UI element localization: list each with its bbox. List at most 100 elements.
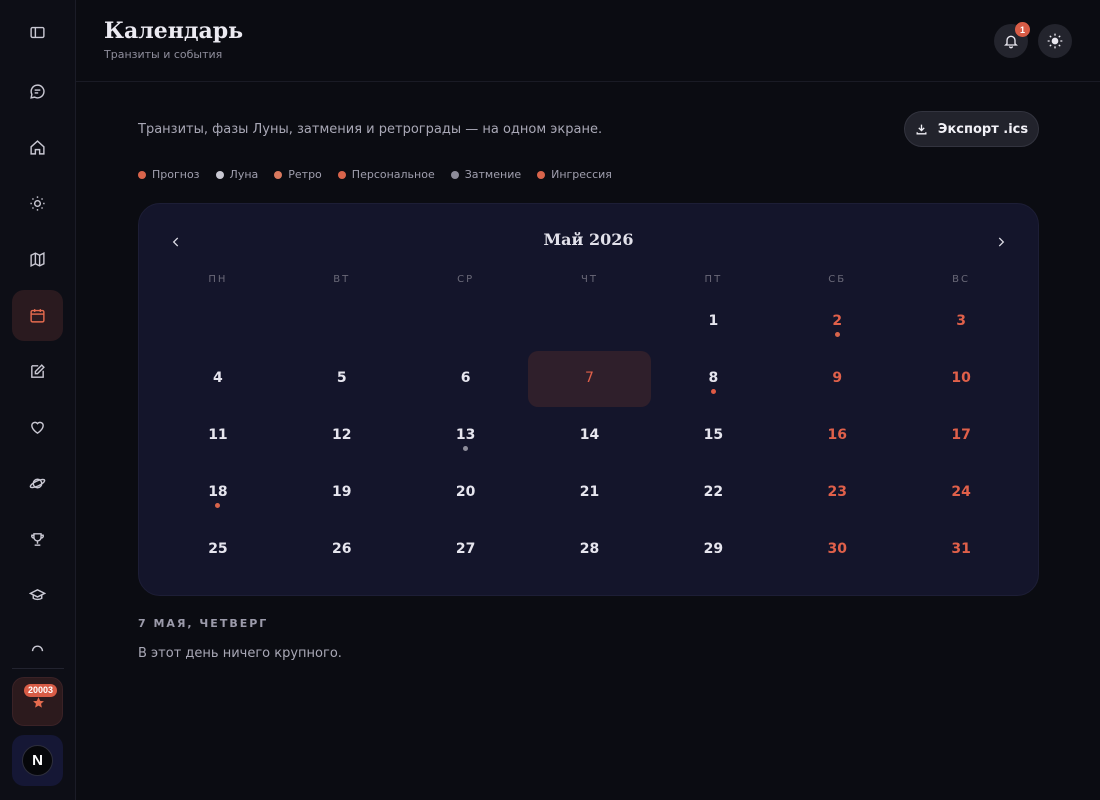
day-cell[interactable]: 12 [280, 406, 404, 463]
day-cell[interactable]: 28 [528, 520, 652, 577]
day-number: 25 [208, 540, 228, 557]
day-cell[interactable]: 5 [280, 349, 404, 406]
weekday-label: ВС [952, 274, 970, 285]
weekday-label: СР [457, 274, 475, 285]
day-cell[interactable]: 17 [899, 406, 1023, 463]
sidebar-item-sun[interactable] [12, 178, 63, 229]
day-cell[interactable]: 25 [156, 520, 280, 577]
points-badge-button[interactable]: 20003 [12, 677, 63, 726]
day-number: 26 [332, 540, 352, 557]
day-cell[interactable]: 26 [280, 520, 404, 577]
legend-dot [274, 170, 283, 179]
day-cell[interactable]: 9 [775, 349, 899, 406]
notification-count: 1 [1015, 22, 1030, 37]
sidebar-item-more[interactable] [12, 626, 63, 654]
sidebar-toggle-icon [30, 26, 45, 39]
day-cell[interactable]: 11 [156, 406, 280, 463]
day-cell[interactable]: 3 [899, 292, 1023, 349]
calendar: Май 2026 ПН ВТ СР ЧТ ПТ СБ ВС 1 2 3 4 5 6 7 8 9 10 11 12 1… [138, 203, 1039, 596]
day-cell-selected[interactable]: 7 [527, 349, 652, 407]
weekday-label: ПТ [704, 274, 723, 285]
day-cell[interactable]: 21 [528, 463, 652, 520]
day-number: 4 [213, 369, 223, 386]
sidebar-divider [12, 668, 64, 669]
sidebar-toggle-button[interactable] [12, 7, 63, 58]
weekday-header: ПН ВТ СР ЧТ ПТ СБ ВС [156, 274, 1023, 285]
day-cell[interactable]: 4 [156, 349, 280, 406]
day-cell[interactable]: 13 [404, 406, 528, 463]
legend-dot [215, 170, 224, 179]
legend-item-eclipse: Затмение [450, 168, 521, 181]
sun-icon [30, 196, 45, 211]
day-cell[interactable]: 18 [156, 463, 280, 520]
sidebar-item-chat[interactable] [12, 66, 63, 117]
next-month-button[interactable] [991, 232, 1011, 252]
sidebar-item-edit[interactable] [12, 346, 63, 397]
trophy-icon [31, 533, 44, 546]
day-number: 2 [832, 312, 843, 329]
day-cell[interactable]: 10 [899, 349, 1023, 406]
day-number: 30 [827, 540, 847, 557]
day-cell[interactable]: 19 [280, 463, 404, 520]
day-cell[interactable]: 31 [899, 520, 1023, 577]
day-cell[interactable]: 24 [899, 463, 1023, 520]
legend-dot [537, 170, 546, 179]
day-cell[interactable]: 1 [651, 292, 775, 349]
event-dot [215, 503, 221, 508]
day-cell[interactable]: 8 [651, 349, 775, 406]
day-cell[interactable]: 23 [775, 463, 899, 520]
day-cell[interactable]: 16 [775, 406, 899, 463]
selected-date-label: 7 МАЯ, ЧЕТВЕРГ [138, 617, 269, 630]
graduation-cap-icon [29, 589, 46, 601]
legend-label: Персональное [351, 168, 435, 181]
star-icon [33, 697, 44, 708]
weekday-label: СБ [828, 274, 847, 285]
sidebar-item-trophy[interactable] [12, 514, 63, 565]
day-grid: 1 2 3 4 5 6 7 8 9 10 11 12 13 14 15 16 17 18 19 20 21 22 23 24 2… [156, 292, 1023, 577]
export-ics-button[interactable]: Экспорт .ics [904, 111, 1039, 147]
selected-day-note: В этот день ничего крупного. [138, 646, 342, 661]
sidebar-item-planet[interactable] [12, 458, 63, 509]
day-cell[interactable]: 15 [651, 406, 775, 463]
sidebar-item-map[interactable] [12, 234, 63, 285]
day-number: 12 [332, 426, 352, 443]
day-number: 8 [708, 369, 719, 386]
theme-toggle-button[interactable] [1038, 24, 1072, 58]
day-number: 20 [455, 483, 476, 500]
legend-label: Луна [229, 168, 259, 181]
page-title: Календарь [104, 18, 244, 44]
day-number: 6 [460, 369, 471, 386]
legend-label: Ингрессия [551, 168, 612, 181]
day-cell[interactable]: 20 [404, 463, 528, 520]
day-cell[interactable]: 6 [404, 349, 528, 406]
day-number: 16 [827, 426, 847, 443]
weekday-label: ВТ [333, 274, 351, 285]
sidebar-item-calendar[interactable] [12, 290, 63, 341]
sidebar-item-home[interactable] [12, 122, 63, 173]
sidebar-item-learn[interactable] [12, 570, 63, 621]
day-number: 15 [703, 426, 724, 443]
day-cell[interactable]: 22 [651, 463, 775, 520]
day-cell[interactable]: 27 [404, 520, 528, 577]
sidebar-item-heart[interactable] [12, 402, 63, 453]
notifications-button[interactable]: 1 [994, 22, 1030, 58]
legend-dot [450, 170, 459, 179]
map-icon [30, 251, 45, 268]
export-ics-label: Экспорт .ics [937, 121, 1029, 137]
day-number: 27 [455, 540, 476, 557]
legend: Прогноз Луна Ретро Персональное Затмение… [138, 168, 612, 181]
user-menu-button[interactable]: N [12, 735, 63, 786]
bell-icon [1004, 35, 1018, 49]
day-cell[interactable]: 29 [651, 520, 775, 577]
day-cell[interactable]: 14 [528, 406, 652, 463]
legend-label: Ретро [288, 168, 322, 181]
month-title: Май 2026 [543, 230, 634, 249]
day-cell[interactable]: 2 [775, 292, 899, 349]
edit-icon [31, 364, 45, 378]
day-cell[interactable]: 30 [775, 520, 899, 577]
day-number: 13 [455, 426, 476, 443]
day-number: 7 [585, 369, 594, 386]
day-number: 14 [579, 426, 600, 443]
header: Календарь Транзиты и события 1 [76, 0, 1100, 82]
day-number: 29 [703, 540, 724, 557]
